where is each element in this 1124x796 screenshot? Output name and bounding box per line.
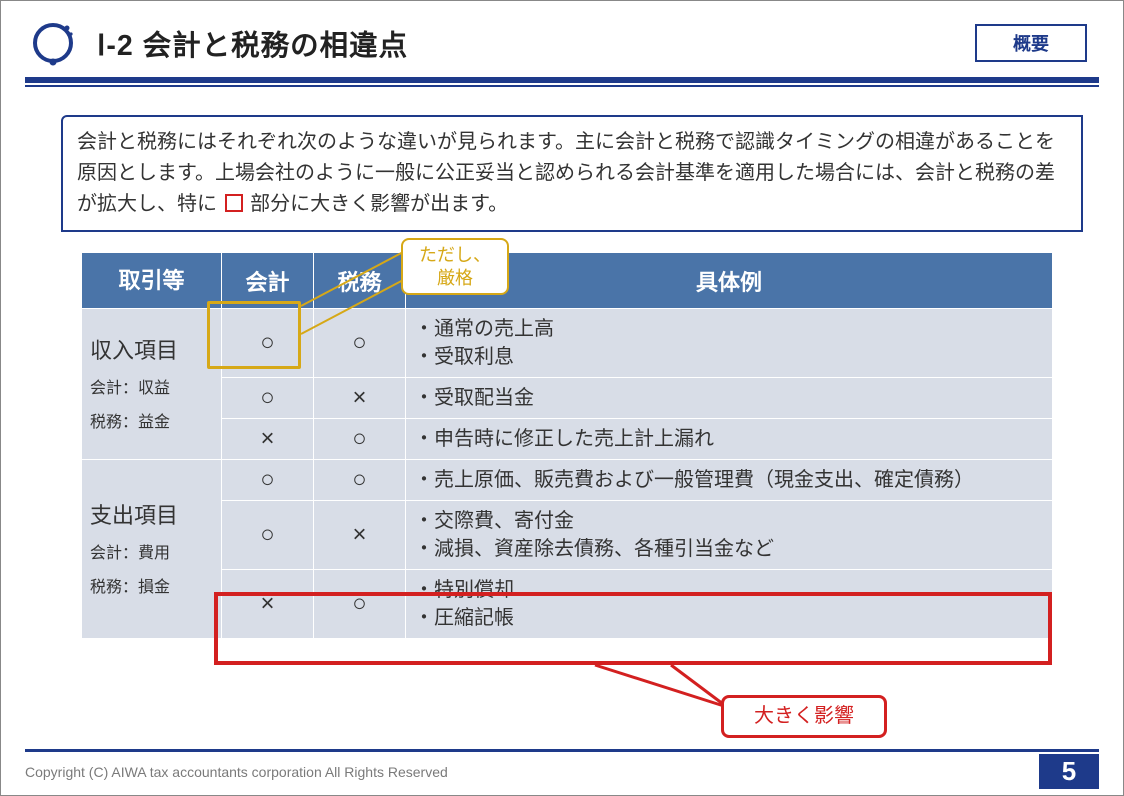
expense-r1-ex: ・売上原価、販売費および一般管理費（現金支出、確定債務） [406,460,1053,501]
th-accounting: 会計 [222,253,314,309]
income-r2-tax: × [314,378,406,419]
expense-r1-tax: ○ [314,460,406,501]
logo-icon [25,15,81,71]
th-transaction: 取引等 [82,253,222,309]
comparison-table: 取引等 会計 税務 具体例 収入項目 会計：収益 税務：益金 ○ ○ ・通常の売… [81,252,1053,639]
expense-r3-tax: ○ [314,570,406,639]
th-tax: 税務 [314,253,406,309]
income-r3-ac: × [222,419,314,460]
expense-sub2: 税務：損金 [90,576,213,600]
income-main: 収入項目 [90,334,213,367]
row-income-name: 収入項目 会計：収益 税務：益金 [82,309,222,460]
income-r3-ex: ・申告時に修正した売上計上漏れ [406,419,1053,460]
intro-text-b: 部分に大きく影響が出ます。 [250,193,508,215]
page-number: 5 [1039,754,1099,789]
income-r3-tax: ○ [314,419,406,460]
expense-r2-ac: ○ [222,501,314,570]
expense-main: 支出項目 [90,499,213,532]
header-rule-thin [25,85,1099,87]
red-square-icon [225,194,243,212]
intro-box: 会計と税務にはそれぞれ次のような違いが見られます。主に会計と税務で認識タイミング… [61,115,1083,232]
expense-r1-ac: ○ [222,460,314,501]
expense-r2-ex: ・交際費、寄付金・減損、資産除去債務、各種引当金など [406,501,1053,570]
callout-gold: ただし、厳格 [401,238,509,295]
income-r1-ac: ○ [222,309,314,378]
expense-r3-ac: × [222,570,314,639]
header-rule-thick [25,77,1099,83]
callout-red: 大きく影響 [721,695,887,738]
summary-badge: 概要 [975,24,1087,62]
income-r2-ex: ・受取配当金 [406,378,1053,419]
row-expense-name: 支出項目 会計：費用 税務：損金 [82,460,222,639]
income-sub1: 会計：収益 [90,377,213,401]
page-title: Ⅰ-2 会計と税務の相違点 [97,23,408,64]
income-r2-ac: ○ [222,378,314,419]
expense-r3-ex: ・特別償却・圧縮記帳 [406,570,1053,639]
income-sub2: 税務：益金 [90,411,213,435]
income-r1-ex: ・通常の売上高・受取利息 [406,309,1053,378]
income-r1-tax: ○ [314,309,406,378]
expense-r2-tax: × [314,501,406,570]
copyright: Copyright (C) AIWA tax accountants corpo… [25,764,448,780]
expense-sub1: 会計：費用 [90,542,213,566]
